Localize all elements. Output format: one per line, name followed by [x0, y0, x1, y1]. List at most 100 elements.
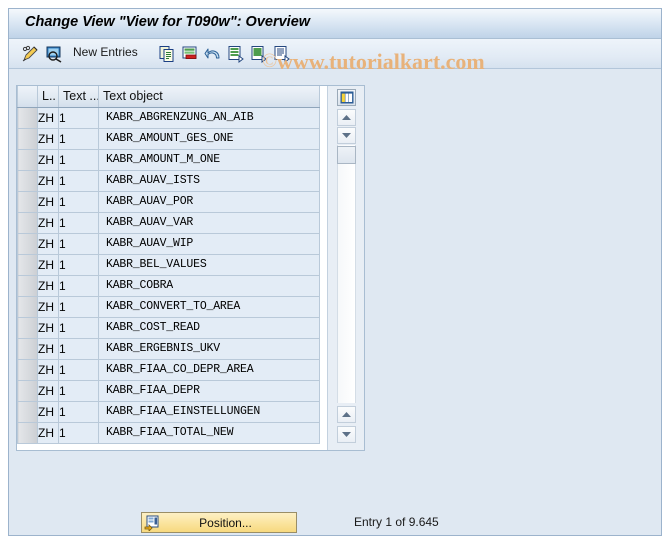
scroll-up-button[interactable]	[337, 109, 356, 126]
cell-text-object[interactable]: KABR_CONVERT_TO_AREA	[98, 295, 320, 318]
undo-icon[interactable]	[203, 43, 223, 65]
cell-text-object[interactable]: KABR_AUAV_ISTS	[98, 169, 320, 192]
cell-text-object[interactable]: KABR_COBRA	[98, 274, 320, 297]
column-header-select[interactable]	[17, 86, 38, 108]
row-select-cell[interactable]	[17, 400, 38, 423]
table-row[interactable]: ZH 1 KABR_AMOUNT_GES_ONE	[17, 127, 320, 150]
cell-language[interactable]: ZH	[37, 190, 59, 213]
cell-language[interactable]: ZH	[37, 148, 59, 171]
cell-text-no[interactable]: 1	[58, 316, 99, 339]
cell-language[interactable]: ZH	[37, 358, 59, 381]
position-button[interactable]: Position...	[141, 512, 297, 533]
cell-text-object[interactable]: KABR_AUAV_POR	[98, 190, 320, 213]
row-select-cell[interactable]	[17, 106, 38, 129]
row-select-cell[interactable]	[17, 337, 38, 360]
cell-text-object[interactable]: KABR_ERGEBNIS_UKV	[98, 337, 320, 360]
cell-text-object[interactable]: KABR_COST_READ	[98, 316, 320, 339]
cell-language[interactable]: ZH	[37, 337, 59, 360]
cell-language[interactable]: ZH	[37, 421, 59, 444]
cell-text-object[interactable]: KABR_AUAV_VAR	[98, 211, 320, 234]
table-row[interactable]: ZH 1 KABR_AUAV_VAR	[17, 211, 320, 234]
cell-language[interactable]: ZH	[37, 379, 59, 402]
title-bar: Change View "View for T090w": Overview	[9, 9, 661, 39]
cell-text-no[interactable]: 1	[58, 337, 99, 360]
cell-text-object[interactable]: KABR_FIAA_TOTAL_NEW	[98, 421, 320, 444]
cell-language[interactable]: ZH	[37, 169, 59, 192]
display-details-icon[interactable]	[43, 43, 65, 65]
table-row[interactable]: ZH 1 KABR_AUAV_ISTS	[17, 169, 320, 192]
scroll-down-button[interactable]	[337, 127, 356, 144]
scroll-page-down-button[interactable]	[337, 426, 356, 443]
cell-language[interactable]: ZH	[37, 211, 59, 234]
row-select-cell[interactable]	[17, 169, 38, 192]
table-row[interactable]: ZH 1 KABR_AUAV_POR	[17, 190, 320, 213]
cell-language[interactable]: ZH	[37, 295, 59, 318]
table-row[interactable]: ZH 1 KABR_ERGEBNIS_UKV	[17, 337, 320, 360]
delete-icon[interactable]	[180, 43, 200, 65]
cell-text-no[interactable]: 1	[58, 190, 99, 213]
row-select-cell[interactable]	[17, 253, 38, 276]
table-row[interactable]: ZH 1 KABR_CONVERT_TO_AREA	[17, 295, 320, 318]
table-row[interactable]: ZH 1 KABR_COST_READ	[17, 316, 320, 339]
cell-text-no[interactable]: 1	[58, 232, 99, 255]
cell-text-no[interactable]: 1	[58, 358, 99, 381]
cell-text-object[interactable]: KABR_AUAV_WIP	[98, 232, 320, 255]
row-select-cell[interactable]	[17, 148, 38, 171]
cell-text-no[interactable]: 1	[58, 274, 99, 297]
table-row[interactable]: ZH 1 KABR_FIAA_CO_DEPR_AREA	[17, 358, 320, 381]
row-select-cell[interactable]	[17, 295, 38, 318]
table-settings-icon[interactable]	[337, 89, 356, 106]
cell-text-no[interactable]: 1	[58, 421, 99, 444]
row-select-cell[interactable]	[17, 421, 38, 444]
cell-text-no[interactable]: 1	[58, 400, 99, 423]
select-all-icon[interactable]	[226, 43, 246, 65]
cell-text-object[interactable]: KABR_AMOUNT_GES_ONE	[98, 127, 320, 150]
row-select-cell[interactable]	[17, 316, 38, 339]
cell-text-object[interactable]: KABR_FIAA_CO_DEPR_AREA	[98, 358, 320, 381]
table-row[interactable]: ZH 1 KABR_FIAA_DEPR	[17, 379, 320, 402]
cell-text-no[interactable]: 1	[58, 106, 99, 129]
cell-language[interactable]: ZH	[37, 400, 59, 423]
cell-text-no[interactable]: 1	[58, 169, 99, 192]
row-select-cell[interactable]	[17, 358, 38, 381]
copy-as-icon[interactable]	[157, 43, 177, 65]
cell-text-object[interactable]: KABR_AMOUNT_M_ONE	[98, 148, 320, 171]
cell-text-object[interactable]: KABR_FIAA_EINSTELLUNGEN	[98, 400, 320, 423]
row-select-cell[interactable]	[17, 379, 38, 402]
cell-language[interactable]: ZH	[37, 127, 59, 150]
table-row[interactable]: ZH 1 KABR_FIAA_EINSTELLUNGEN	[17, 400, 320, 423]
new-entries-button[interactable]: New Entries	[73, 45, 138, 59]
table-row[interactable]: ZH 1 KABR_COBRA	[17, 274, 320, 297]
scroll-page-up-button[interactable]	[337, 406, 356, 423]
row-select-cell[interactable]	[17, 211, 38, 234]
cell-text-no[interactable]: 1	[58, 295, 99, 318]
cell-language[interactable]: ZH	[37, 253, 59, 276]
scrollbar-thumb[interactable]	[337, 146, 356, 164]
table-row[interactable]: ZH 1 KABR_AUAV_WIP	[17, 232, 320, 255]
row-select-cell[interactable]	[17, 190, 38, 213]
table-row[interactable]: ZH 1 KABR_AMOUNT_M_ONE	[17, 148, 320, 171]
table-row[interactable]: ZH 1 KABR_FIAA_TOTAL_NEW	[17, 421, 320, 444]
column-header-text-no[interactable]: Text ...	[58, 86, 99, 108]
cell-text-object[interactable]: KABR_FIAA_DEPR	[98, 379, 320, 402]
cell-text-no[interactable]: 1	[58, 253, 99, 276]
row-select-cell[interactable]	[17, 274, 38, 297]
table-row[interactable]: ZH 1 KABR_BEL_VALUES	[17, 253, 320, 276]
cell-text-no[interactable]: 1	[58, 127, 99, 150]
cell-text-object[interactable]: KABR_ABGRENZUNG_AN_AIB	[98, 106, 320, 129]
column-header-text-object[interactable]: Text object	[98, 86, 320, 108]
scrollbar-track[interactable]	[337, 145, 356, 403]
cell-language[interactable]: ZH	[37, 316, 59, 339]
row-select-cell[interactable]	[17, 127, 38, 150]
cell-text-no[interactable]: 1	[58, 379, 99, 402]
cell-text-object[interactable]: KABR_BEL_VALUES	[98, 253, 320, 276]
cell-text-no[interactable]: 1	[58, 148, 99, 171]
change-display-icon[interactable]	[19, 43, 41, 65]
column-header-language[interactable]: L..	[37, 86, 59, 108]
cell-language[interactable]: ZH	[37, 106, 59, 129]
table-row[interactable]: ZH 1 KABR_ABGRENZUNG_AN_AIB	[17, 106, 320, 129]
row-select-cell[interactable]	[17, 232, 38, 255]
cell-text-no[interactable]: 1	[58, 211, 99, 234]
cell-language[interactable]: ZH	[37, 274, 59, 297]
cell-language[interactable]: ZH	[37, 232, 59, 255]
